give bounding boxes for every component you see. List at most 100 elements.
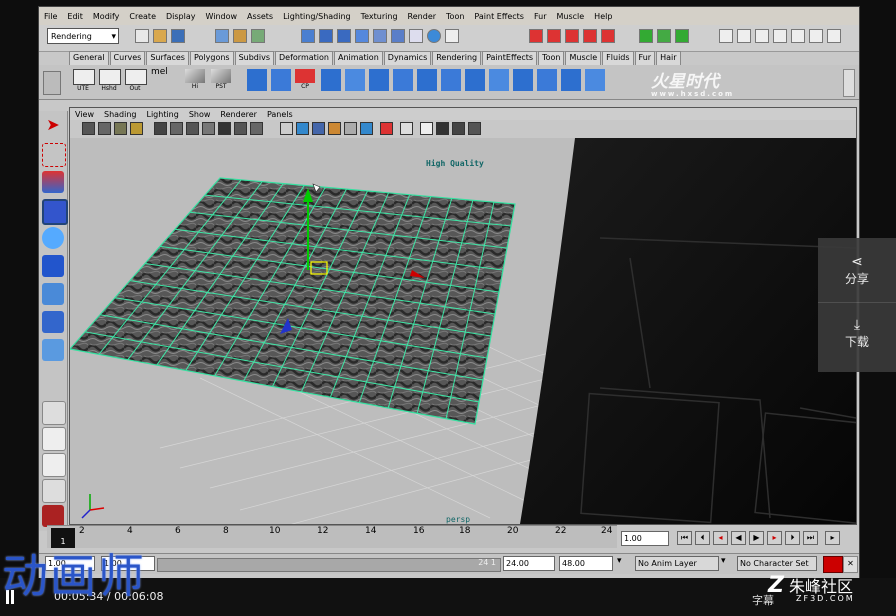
hshd-shelf-button[interactable]: Hshd — [99, 69, 121, 92]
panel-menu-shading[interactable]: Shading — [99, 110, 142, 119]
ipr-render-icon[interactable] — [427, 29, 441, 43]
shelf-tab-animation[interactable]: Animation — [333, 51, 383, 65]
snap-magnet-4-icon[interactable] — [601, 29, 615, 43]
shelf-tool-6-icon[interactable] — [393, 69, 413, 91]
make-live-icon[interactable] — [373, 29, 387, 43]
shelf-tab-toon[interactable]: Toon — [538, 51, 565, 65]
soft-mod-icon[interactable] — [42, 311, 64, 333]
auto-key-icon[interactable] — [823, 556, 843, 573]
mode-selector[interactable]: Rendering — [47, 28, 119, 45]
shelf-tool-5-icon[interactable] — [369, 69, 389, 91]
shelf-tab-fluids[interactable]: Fluids — [602, 51, 634, 65]
save-scene-icon[interactable] — [171, 29, 185, 43]
play-forward-icon[interactable]: ▶ — [749, 531, 764, 545]
outliner-layout-icon[interactable] — [42, 479, 66, 503]
snap-curve-icon[interactable] — [319, 29, 333, 43]
resolution-gate-icon[interactable] — [186, 122, 199, 135]
history-icon[interactable] — [391, 29, 405, 43]
layout-two-icon[interactable] — [42, 453, 66, 477]
menu-toon[interactable]: Toon — [441, 12, 469, 21]
select-hierarchy-icon[interactable] — [215, 29, 229, 43]
mel-shelf-button[interactable]: mel — [151, 67, 171, 89]
snap-view-icon[interactable] — [355, 29, 369, 43]
hypershade-icon[interactable] — [809, 29, 823, 43]
step-forward-icon[interactable]: ⏵ — [785, 531, 800, 545]
wireframe-on-shaded-icon[interactable] — [312, 122, 325, 135]
snap-point-icon[interactable] — [337, 29, 351, 43]
render-view-icon[interactable] — [468, 122, 481, 135]
shelf-tab-curves[interactable]: Curves — [109, 51, 146, 65]
camera-select-icon[interactable] — [82, 122, 95, 135]
render-settings-icon[interactable] — [445, 29, 459, 43]
menu-texturing[interactable]: Texturing — [356, 12, 403, 21]
shelf-tab-deformation[interactable]: Deformation — [275, 51, 333, 65]
smooth-shade-icon[interactable] — [296, 122, 309, 135]
custom-layout-icon[interactable] — [42, 505, 64, 527]
menu-file[interactable]: File — [39, 12, 62, 21]
menu-paint-effects[interactable]: Paint Effects — [469, 12, 529, 21]
shelf-tab-hair[interactable]: Hair — [656, 51, 681, 65]
layout-four-icon[interactable] — [42, 427, 66, 451]
shelf-menu-icon[interactable] — [43, 71, 61, 95]
manipulator-icon[interactable] — [42, 283, 64, 305]
panel-menu-panels[interactable]: Panels — [262, 110, 298, 119]
select-component-icon[interactable] — [251, 29, 265, 43]
construction-history-icon[interactable] — [409, 29, 423, 43]
cp-shelf-button[interactable]: CP — [295, 69, 315, 91]
xray-icon[interactable] — [400, 122, 413, 135]
share-button[interactable]: ⋖ 分享 — [818, 238, 896, 302]
layer-editor-icon[interactable] — [773, 29, 787, 43]
shadows-icon[interactable] — [360, 122, 373, 135]
character-set-dropdown[interactable]: No Character Set — [737, 556, 817, 571]
shelf-tool-1-icon[interactable] — [247, 69, 267, 91]
shelf-tool-9-icon[interactable] — [465, 69, 485, 91]
safe-title-icon[interactable] — [250, 122, 263, 135]
panel-menu-renderer[interactable]: Renderer — [215, 110, 262, 119]
grid-toggle-icon[interactable] — [436, 122, 449, 135]
field-chart-icon[interactable] — [218, 122, 231, 135]
current-frame-field[interactable]: 1.00 — [621, 531, 669, 546]
select-tool-icon[interactable]: ➤ — [42, 115, 64, 137]
snap-grid-icon[interactable] — [301, 29, 315, 43]
menu-assets[interactable]: Assets — [242, 12, 278, 21]
lasso-tool-icon[interactable] — [42, 143, 66, 167]
select-object-icon[interactable] — [233, 29, 247, 43]
paint-select-icon[interactable] — [42, 171, 64, 193]
render-frame-icon[interactable] — [639, 29, 653, 43]
hi-shelf-button[interactable]: Hi — [185, 69, 205, 91]
shelf-tab-surfaces[interactable]: Surfaces — [146, 51, 189, 65]
snap-magnet-3-icon[interactable] — [583, 29, 597, 43]
shelf-tab-rendering[interactable]: Rendering — [432, 51, 482, 65]
play-backward-icon[interactable]: ◀ — [731, 531, 746, 545]
menu-modify[interactable]: Modify — [88, 12, 125, 21]
wireframe-icon[interactable] — [280, 122, 293, 135]
new-scene-icon[interactable] — [135, 29, 149, 43]
range-dropdown-icon[interactable]: ▾ — [617, 556, 631, 571]
film-gate-icon[interactable] — [170, 122, 183, 135]
image-plane-icon[interactable] — [130, 122, 143, 135]
snap-magnet-2-icon[interactable] — [565, 29, 579, 43]
shelf-tab-muscle[interactable]: Muscle — [565, 51, 602, 65]
panel-menu-show[interactable]: Show — [184, 110, 216, 119]
menu-window[interactable]: Window — [201, 12, 243, 21]
menu-display[interactable]: Display — [161, 12, 201, 21]
preferences-icon[interactable]: ✕ — [843, 556, 858, 573]
time-slider[interactable]: 1 2 4 6 8 10 12 14 16 18 20 22 24 — [47, 525, 617, 548]
isolate-select-icon[interactable] — [380, 122, 393, 135]
playback-end-field[interactable]: 24.00 — [503, 556, 555, 571]
shelf-tool-10-icon[interactable] — [489, 69, 509, 91]
shelf-tab-polygons[interactable]: Polygons — [189, 51, 234, 65]
menu-create[interactable]: Create — [124, 12, 161, 21]
ute-shelf-button[interactable]: UTE — [73, 69, 95, 92]
rotate-tool-icon[interactable] — [42, 227, 64, 249]
ipr-icon[interactable] — [657, 29, 671, 43]
scroll-right-icon[interactable]: ▸ — [825, 531, 840, 545]
shelf-tool-4-icon[interactable] — [345, 69, 365, 91]
range-slider-bar[interactable]: 24 1 — [157, 558, 501, 572]
shelf-tool-13-icon[interactable] — [561, 69, 581, 91]
panel-menu-lighting[interactable]: Lighting — [141, 110, 183, 119]
shelf-tab-subdivs[interactable]: Subdivs — [234, 51, 275, 65]
last-tool-icon[interactable] — [42, 339, 64, 361]
step-back-key-icon[interactable]: ◂ — [713, 531, 728, 545]
gate-mask-icon[interactable] — [202, 122, 215, 135]
